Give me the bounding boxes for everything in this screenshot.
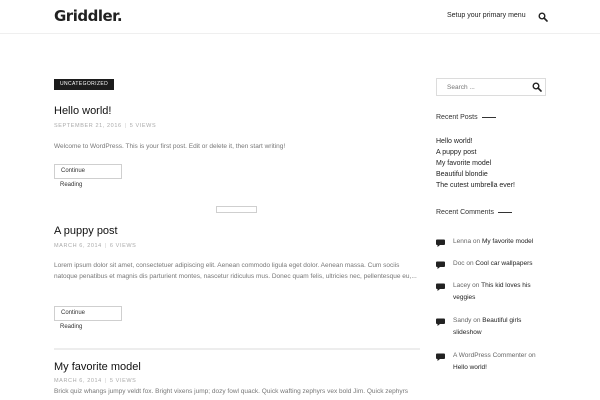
comment-author[interactable]: Doc [453,260,465,267]
post-meta: SEPTEMBER 21, 2016 | 5 VIEWS [54,123,156,129]
continue-reading-label[interactable]: Reading [60,182,82,188]
comment-bubble-icon [436,318,445,326]
recent-comment-item: Sandy on Beautiful girls slideshow [436,315,548,339]
recent-posts-list: Hello world! A puppy post My favorite mo… [436,136,515,191]
recent-comment-item: Lacey on This kid loves his veggies [436,280,548,304]
recent-post-link[interactable]: A puppy post [436,147,515,158]
recent-post-link[interactable]: The cutest umbrella ever! [436,180,515,191]
meta-separator: | [124,123,127,129]
heading-rule [497,211,512,213]
recent-post-link[interactable]: My favorite model [436,158,515,169]
post-divider [54,348,420,350]
comment-on-word: on [473,317,481,324]
comment-on-word: on [472,282,480,289]
search-icon[interactable] [532,82,542,92]
post-date[interactable]: SEPTEMBER 21, 2016 [54,123,122,129]
post-title[interactable]: A puppy post [54,225,118,237]
category-badge[interactable]: UNCATEGORIZED [54,79,115,90]
recent-comments-heading: Recent Comments [436,209,512,216]
comment-author[interactable]: Lacey [453,282,470,289]
post-title[interactable]: My favorite model [54,361,141,373]
post-date[interactable]: MARCH 6, 2014 [54,243,102,249]
post-title[interactable]: Hello world! [54,105,111,117]
post-views: 6 VIEWS [109,243,137,249]
post-meta: MARCH 6, 2014 | 6 VIEWS [54,243,136,249]
post-excerpt: Lorem ipsum dolor sit amet, consectetuer… [54,262,417,280]
post-views: 5 VIEWS [109,378,137,384]
comment-author[interactable]: A WordPress Commenter [453,352,527,359]
search-icon[interactable] [538,12,548,22]
recent-post-link[interactable]: Beautiful blondie [436,169,515,180]
continue-reading-button[interactable]: Continue [54,164,122,179]
comment-post-link[interactable]: Hello world! [453,364,487,371]
sidebar-search [436,78,546,96]
comment-on-word: on [466,260,474,267]
post-date[interactable]: MARCH 6, 2014 [54,378,102,384]
meta-separator: | [104,378,107,384]
comment-on-word: on [528,352,536,359]
site-logo[interactable]: Griddler. [54,7,123,25]
recent-posts-heading: Recent Posts [436,114,496,121]
comment-bubble-icon [436,283,445,291]
post-views: 5 VIEWS [129,123,157,129]
primary-menu-link[interactable]: Setup your primary menu [447,12,526,19]
continue-reading-label[interactable]: Reading [60,324,82,330]
comment-bubble-icon [436,353,445,361]
post-excerpt: Brick quiz whangs jumpy veldt fox. Brigh… [54,388,409,395]
recent-comments-title: Recent Comments [436,209,494,216]
comment-author[interactable]: Lenna [453,238,471,245]
recent-comment-item: Doc on Cool car wallpapers [436,258,548,270]
recent-comment-item: A WordPress Commenter on Hello world! [436,350,548,374]
comment-on-word: on [472,238,481,245]
recent-posts-title: Recent Posts [436,114,478,121]
comment-post-link[interactable]: My favorite model [482,238,533,245]
post-excerpt: Welcome to WordPress. This is your first… [54,143,286,150]
post-meta: MARCH 6, 2014 | 5 VIEWS [54,378,136,384]
recent-comment-item: Lenna on My favorite model [436,236,548,248]
heading-rule [481,116,496,118]
recent-post-link[interactable]: Hello world! [436,136,515,147]
pagination-control[interactable] [216,206,257,213]
search-input[interactable] [447,82,527,93]
continue-reading-button[interactable]: Continue [54,306,122,321]
meta-separator: | [104,243,107,249]
comment-bubble-icon [436,239,445,247]
comment-bubble-icon [436,261,445,269]
comment-author[interactable]: Sandy [453,317,471,324]
site-header: Griddler. Setup your primary menu [0,0,600,34]
comment-post-link[interactable]: Cool car wallpapers [475,260,532,267]
